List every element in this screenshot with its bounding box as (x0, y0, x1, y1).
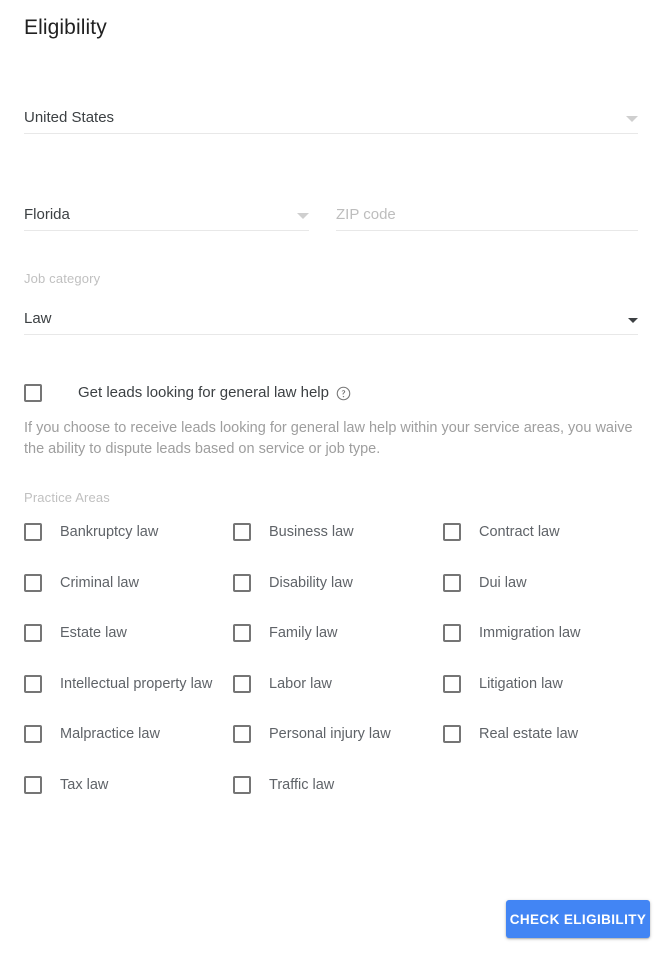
check-eligibility-button[interactable]: CHECK ELIGIBILITY (506, 900, 650, 938)
practice-area-option[interactable]: Business law (233, 521, 443, 543)
practice-area-checkbox[interactable] (24, 725, 42, 743)
practice-area-checkbox[interactable] (233, 573, 251, 592)
practice-areas-label: Practice Areas (24, 490, 110, 505)
practice-area-label: Real estate law (479, 726, 579, 742)
practice-area-label: Personal injury law (269, 726, 391, 742)
general-leads-checkbox[interactable] (24, 384, 42, 402)
state-select[interactable]: Florida (24, 201, 309, 231)
practice-area-option[interactable]: Contract law (443, 521, 643, 543)
practice-area-checkbox[interactable] (233, 523, 251, 541)
general-leads-checkbox-row[interactable]: Get leads looking for general law help (24, 383, 351, 403)
practice-area-option[interactable]: Dui law (443, 572, 643, 594)
country-select-value: United States (24, 109, 115, 126)
practice-area-option[interactable]: Traffic law (233, 774, 443, 796)
practice-area-checkbox[interactable] (24, 674, 42, 693)
practice-areas-row: Malpractice law Personal injury law Real e… (24, 723, 644, 774)
practice-area-label: Contract law (479, 524, 560, 540)
state-select-value: Florida (24, 206, 70, 223)
practice-area-option[interactable]: Personal injury law (233, 723, 443, 745)
practice-area-checkbox[interactable] (443, 573, 461, 592)
practice-area-checkbox[interactable] (233, 775, 251, 794)
practice-area-label: Dui law (479, 574, 527, 591)
practice-area-checkbox[interactable] (24, 775, 42, 794)
practice-area-checkbox[interactable] (24, 624, 42, 642)
job-category-label: Job category (24, 271, 101, 286)
page-title: Eligibility (24, 16, 107, 39)
zip-code-field[interactable]: ZIP code (336, 201, 638, 231)
practice-area-label: Business law (269, 524, 354, 540)
practice-area-option[interactable]: Labor law (233, 673, 443, 695)
zip-code-placeholder: ZIP code (336, 206, 396, 223)
practice-areas-row: Intellectual property law Labor law Litiga… (24, 673, 644, 724)
practice-area-label: Disability law (269, 574, 353, 591)
practice-areas-row: Estate law Family law Immigration law (24, 622, 644, 673)
help-circle-icon[interactable] (336, 386, 351, 401)
practice-area-option[interactable]: Tax law (24, 774, 233, 796)
job-category-select[interactable]: Law (24, 305, 638, 335)
practice-area-checkbox[interactable] (443, 624, 461, 642)
practice-area-label: Traffic law (269, 776, 335, 793)
practice-area-checkbox[interactable] (233, 624, 251, 642)
general-leads-label: Get leads looking for general law help (78, 384, 329, 401)
practice-areas-row: Tax law Traffic law (24, 774, 644, 825)
practice-area-label: Litigation law (479, 675, 563, 692)
practice-area-option[interactable]: Real estate law (443, 723, 643, 745)
practice-area-option[interactable]: Intellectual property law (24, 673, 233, 695)
practice-area-label: Labor law (269, 675, 332, 692)
practice-area-checkbox[interactable] (233, 725, 251, 743)
practice-area-option[interactable]: Criminal law (24, 572, 233, 594)
practice-area-option[interactable]: Family law (233, 622, 443, 644)
practice-area-label: Criminal law (60, 574, 139, 591)
practice-area-option[interactable]: Bankruptcy law (24, 521, 233, 543)
practice-area-label: Estate law (60, 625, 127, 641)
practice-area-checkbox[interactable] (233, 674, 251, 693)
practice-area-option[interactable]: Disability law (233, 572, 443, 594)
practice-area-checkbox[interactable] (443, 523, 461, 541)
practice-areas-grid: Bankruptcy law Business law Contract law Cr… (24, 521, 644, 824)
practice-area-option[interactable]: Litigation law (443, 673, 643, 695)
practice-area-label: Tax law (60, 776, 109, 793)
chevron-down-icon (628, 318, 638, 323)
practice-area-option[interactable]: Immigration law (443, 622, 643, 644)
practice-area-option[interactable]: Estate law (24, 622, 233, 644)
practice-area-label: Family law (269, 625, 338, 641)
general-leads-description: If you choose to receive leads looking f… (24, 420, 633, 457)
practice-areas-row: Criminal law Disability law Dui law (24, 572, 644, 623)
eligibility-page: Eligibility United States Florida ZIP co… (0, 0, 660, 966)
practice-area-label: Intellectual property law (60, 675, 213, 692)
job-category-value: Law (24, 310, 52, 327)
practice-area-checkbox[interactable] (24, 523, 42, 541)
practice-area-option[interactable]: Malpractice law (24, 723, 233, 745)
chevron-down-icon (297, 213, 309, 219)
practice-area-checkbox[interactable] (24, 573, 42, 592)
chevron-down-icon (626, 116, 638, 122)
practice-area-checkbox[interactable] (443, 674, 461, 693)
practice-area-checkbox[interactable] (443, 725, 461, 743)
practice-area-label: Immigration law (479, 625, 581, 641)
practice-area-label: Malpractice law (60, 726, 160, 742)
practice-area-label: Bankruptcy law (60, 524, 159, 540)
practice-areas-row: Bankruptcy law Business law Contract law (24, 521, 644, 572)
country-select[interactable]: United States (24, 104, 638, 134)
